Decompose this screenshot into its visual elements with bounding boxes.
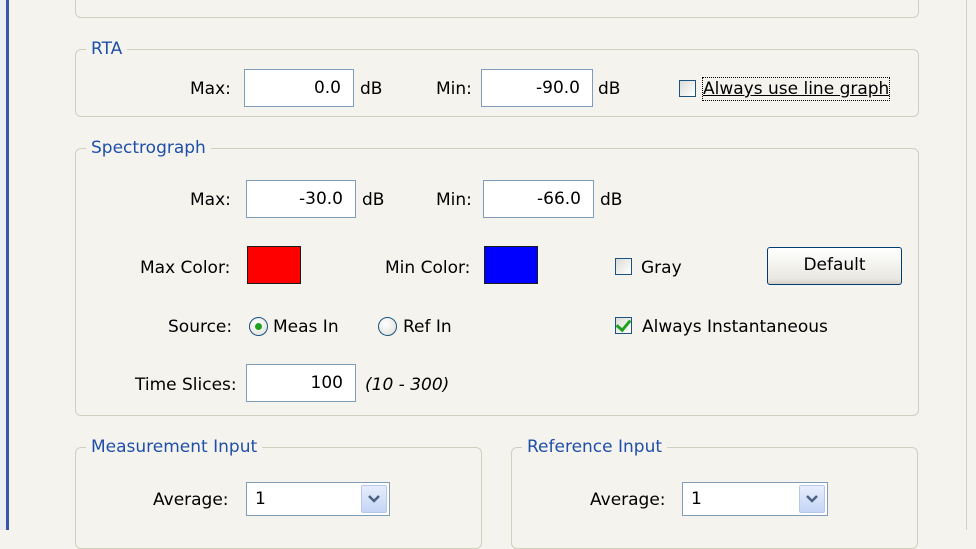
always-instantaneous-label[interactable]: Always Instantaneous <box>642 316 828 338</box>
rta-min-label: Min: <box>436 79 472 99</box>
chevron-down-icon[interactable] <box>361 485 387 513</box>
window-frame-border <box>6 0 9 530</box>
radio-selected-dot <box>255 323 262 330</box>
measurement-average-select[interactable]: 1 <box>246 482 390 516</box>
spectrograph-min-input[interactable]: -66.0 <box>483 180 594 218</box>
rta-max-unit: dB <box>360 79 383 99</box>
source-meas-in-radio[interactable] <box>249 317 268 336</box>
reference-input-title: Reference Input <box>522 436 668 458</box>
always-line-graph-checkbox[interactable] <box>679 80 696 97</box>
time-slices-range-hint: (10 - 300) <box>365 375 450 395</box>
measurement-average-value: 1 <box>255 489 266 509</box>
checkmark-icon <box>615 315 632 333</box>
spectrograph-max-unit: dB <box>362 190 385 210</box>
reference-average-value: 1 <box>691 489 702 509</box>
gray-checkbox[interactable] <box>615 258 632 275</box>
spectrograph-group-title: Spectrograph <box>86 137 211 159</box>
gray-label[interactable]: Gray <box>641 257 682 279</box>
source-label: Source: <box>168 317 233 337</box>
rta-max-label: Max: <box>190 79 231 99</box>
source-ref-in-label[interactable]: Ref In <box>403 316 452 338</box>
time-slices-input[interactable]: 100 <box>246 364 356 402</box>
chevron-down-icon[interactable] <box>799 485 825 513</box>
rta-min-input[interactable]: -90.0 <box>481 69 593 107</box>
rta-group-title: RTA <box>86 38 128 60</box>
time-slices-label: Time Slices: <box>135 375 237 395</box>
source-meas-in-label[interactable]: Meas In <box>273 316 339 338</box>
rta-min-unit: dB <box>598 79 621 99</box>
spectrograph-min-label: Min: <box>436 190 472 210</box>
spectrograph-max-label: Max: <box>190 190 231 210</box>
min-color-label: Min Color: <box>385 258 471 278</box>
measurement-input-title: Measurement Input <box>86 436 263 458</box>
min-color-swatch[interactable] <box>484 246 538 284</box>
default-button[interactable]: Default <box>767 247 902 285</box>
always-instantaneous-checkbox[interactable] <box>615 315 632 334</box>
top-group-clipped <box>75 0 919 18</box>
reference-average-select[interactable]: 1 <box>682 482 828 516</box>
always-line-graph-label[interactable]: Always use line graph <box>701 77 891 101</box>
window-frame-right <box>966 0 976 530</box>
max-color-swatch[interactable] <box>247 246 301 284</box>
spectrograph-max-input[interactable]: -30.0 <box>246 180 356 218</box>
rta-max-input[interactable]: 0.0 <box>244 69 354 107</box>
measurement-average-label: Average: <box>153 490 229 510</box>
reference-average-label: Average: <box>590 490 666 510</box>
spectrograph-min-unit: dB <box>600 190 623 210</box>
source-ref-in-radio[interactable] <box>378 317 397 336</box>
max-color-label: Max Color: <box>140 258 231 278</box>
